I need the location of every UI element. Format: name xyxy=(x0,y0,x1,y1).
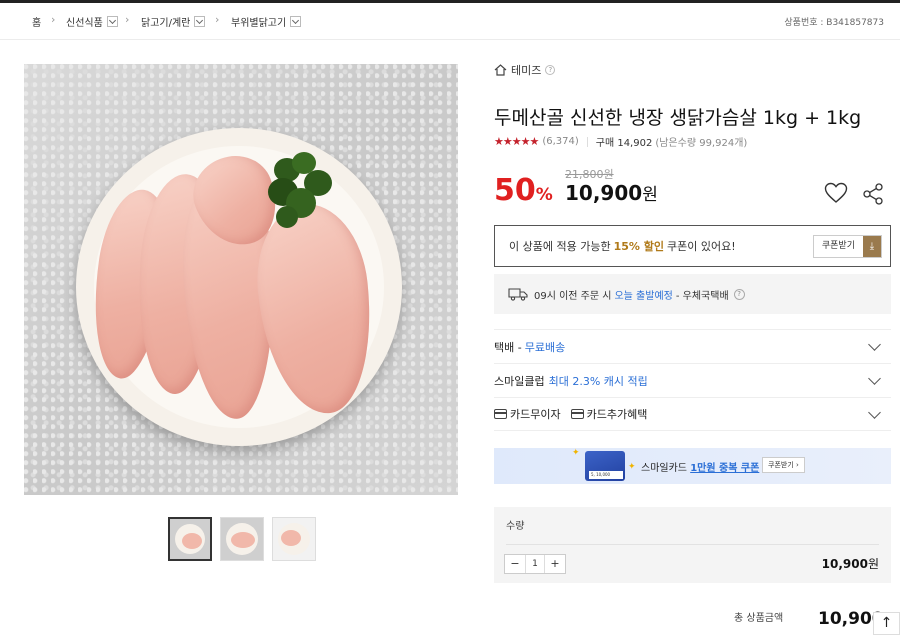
delivery-value: 무료배송 xyxy=(524,340,566,354)
quantity-price: 10,900원 xyxy=(822,555,879,572)
card-benefit-label: 카드추가혜택 xyxy=(586,408,648,421)
card-benefit-row[interactable]: 카드무이자 카드추가혜택 xyxy=(494,397,891,431)
sparkle-icon: ✦ xyxy=(572,448,580,458)
card-icon xyxy=(570,409,584,419)
get-coupon-button[interactable]: 쿠폰받기 ⤓ xyxy=(812,235,882,258)
smile-club-value: 최대 2.3% 캐시 적립 xyxy=(548,374,648,388)
get-coupon-label: 쿠폰받기 xyxy=(821,241,855,251)
coupon-text: 이 상품에 적용 가능한 xyxy=(509,240,611,253)
arrow-up-icon[interactable]: ↑ xyxy=(873,612,900,635)
breadcrumb-separator: › xyxy=(51,13,56,26)
breadcrumb-home[interactable]: 홈 xyxy=(32,14,41,29)
smile-card-image: 5, 10,000 xyxy=(585,451,625,481)
chevron-down-icon[interactable] xyxy=(290,16,302,27)
sale-price: 10,900원 xyxy=(565,180,658,205)
help-icon[interactable]: ? xyxy=(545,65,556,75)
breadcrumb-item-category1[interactable]: 신선식품 xyxy=(66,14,118,29)
quantity-price-unit: 원 xyxy=(867,557,879,571)
parsley-garnish-image xyxy=(264,152,334,232)
seller-link[interactable]: 테미즈 ? xyxy=(494,62,556,78)
delivery-label: 택배 - xyxy=(494,340,522,354)
total-label: 총 상품금액 xyxy=(734,613,784,624)
thumbnail-3[interactable] xyxy=(272,517,316,561)
coupon-highlight: 15% 할인 xyxy=(613,240,664,253)
banner-text: 스마일카드 1만원 중복 쿠폰 xyxy=(641,459,759,474)
main-product-image[interactable] xyxy=(24,64,458,495)
card-amount: 5, 10,000 xyxy=(589,471,623,479)
breadcrumb-separator: › xyxy=(125,13,130,26)
product-number: 상품번호 : B341857873 xyxy=(784,18,884,28)
smile-club-label: 스마일클럽 xyxy=(494,374,545,388)
breadcrumb-item-label: 부위별닭고기 xyxy=(231,18,287,29)
total-price: 10,900원 xyxy=(818,609,880,629)
seller-name: 테미즈 xyxy=(511,64,542,77)
breadcrumb-home-label: 홈 xyxy=(32,18,42,29)
quantity-price-value: 10,900 xyxy=(821,557,868,571)
sale-price-unit: 원 xyxy=(642,185,658,205)
delivery-fee-row[interactable]: 택배 - 무료배송 xyxy=(494,329,891,363)
breadcrumb-separator: › xyxy=(215,13,220,26)
quantity-label: 수량 xyxy=(506,521,525,532)
sparkle-icon: ✦ xyxy=(628,462,636,472)
breadcrumb-item-label: 신선식품 xyxy=(66,18,103,29)
truck-icon xyxy=(508,288,528,301)
purchase-count: 구매 14,902 xyxy=(595,138,653,149)
star-rating: ★★★★★ xyxy=(494,135,539,148)
download-icon: ⤓ xyxy=(863,236,881,257)
heart-icon[interactable] xyxy=(824,182,848,204)
minus-button[interactable]: − xyxy=(505,555,525,573)
quantity-input[interactable]: 1 xyxy=(525,555,545,573)
shipping-info: 09시 이전 주문 시 오늘 출발예정 - 우체국택배 ? xyxy=(494,274,891,314)
breadcrumb-item-category3[interactable]: 부위별닭고기 xyxy=(231,14,302,29)
discount-number: 50 xyxy=(494,173,536,208)
review-count-link[interactable]: (6,374) xyxy=(542,136,578,147)
chevron-down-icon xyxy=(868,372,881,385)
sale-price-value: 10,900 xyxy=(565,181,643,205)
chevron-down-icon xyxy=(868,338,881,351)
card-icon xyxy=(494,409,507,419)
shipping-highlight: 오늘 출발예정 xyxy=(614,290,673,302)
divider xyxy=(506,544,879,545)
chevron-down-icon[interactable] xyxy=(106,16,118,27)
chevron-down-icon[interactable] xyxy=(194,16,206,27)
remaining-stock: (남은수량 99,924개) xyxy=(655,138,748,149)
thumbnail-1[interactable] xyxy=(168,517,212,561)
discount-unit: % xyxy=(535,185,553,205)
rating-summary: ★★★★★ (6,374) 구매 14,902 (남은수량 99,924개) xyxy=(494,134,747,149)
thumbnail-list xyxy=(168,517,316,561)
share-icon[interactable] xyxy=(862,183,884,205)
quantity-panel: 수량 − 1 + 10,900원 xyxy=(494,507,891,583)
product-title: 두메산골 신선한 냉장 생닭가슴살 1kg + 1kg xyxy=(494,107,862,129)
smile-club-row[interactable]: 스마일클럽 최대 2.3% 캐시 적립 xyxy=(494,363,891,397)
card-installment-label: 카드무이자 xyxy=(510,408,561,421)
smile-card-banner[interactable]: ✦ ✦ 5, 10,000 스마일카드 1만원 중복 쿠폰 쿠폰받기 › xyxy=(494,448,891,484)
home-icon xyxy=(494,64,507,76)
discount-rate: 50% xyxy=(494,173,553,208)
quantity-stepper: − 1 + xyxy=(504,554,566,574)
chevron-down-icon xyxy=(868,406,881,419)
plus-button[interactable]: + xyxy=(545,555,565,573)
help-icon[interactable]: ? xyxy=(733,288,745,300)
breadcrumb-item-label: 닭고기/계란 xyxy=(141,18,191,29)
breadcrumb-item-category2[interactable]: 닭고기/계란 xyxy=(141,14,206,29)
thumbnail-2[interactable] xyxy=(220,517,264,561)
banner-coupon-button[interactable]: 쿠폰받기 › xyxy=(762,457,805,473)
banner-highlight: 1만원 중복 쿠폰 xyxy=(690,463,760,474)
shipping-text: 09시 이전 주문 시 xyxy=(534,290,612,302)
banner-text-prefix: 스마일카드 xyxy=(641,463,691,474)
shipping-carrier: - 우체국택배 xyxy=(675,290,729,302)
breadcrumb: 홈 › 신선식품 › 닭고기/계란 › 부위별닭고기 상품번호 : B34185… xyxy=(0,3,900,40)
coupon-text: 쿠폰이 있어요! xyxy=(666,240,736,253)
divider xyxy=(586,136,588,147)
coupon-notice: 이 상품에 적용 가능한 15% 할인 쿠폰이 있어요! 쿠폰받기 ⤓ xyxy=(494,225,891,267)
